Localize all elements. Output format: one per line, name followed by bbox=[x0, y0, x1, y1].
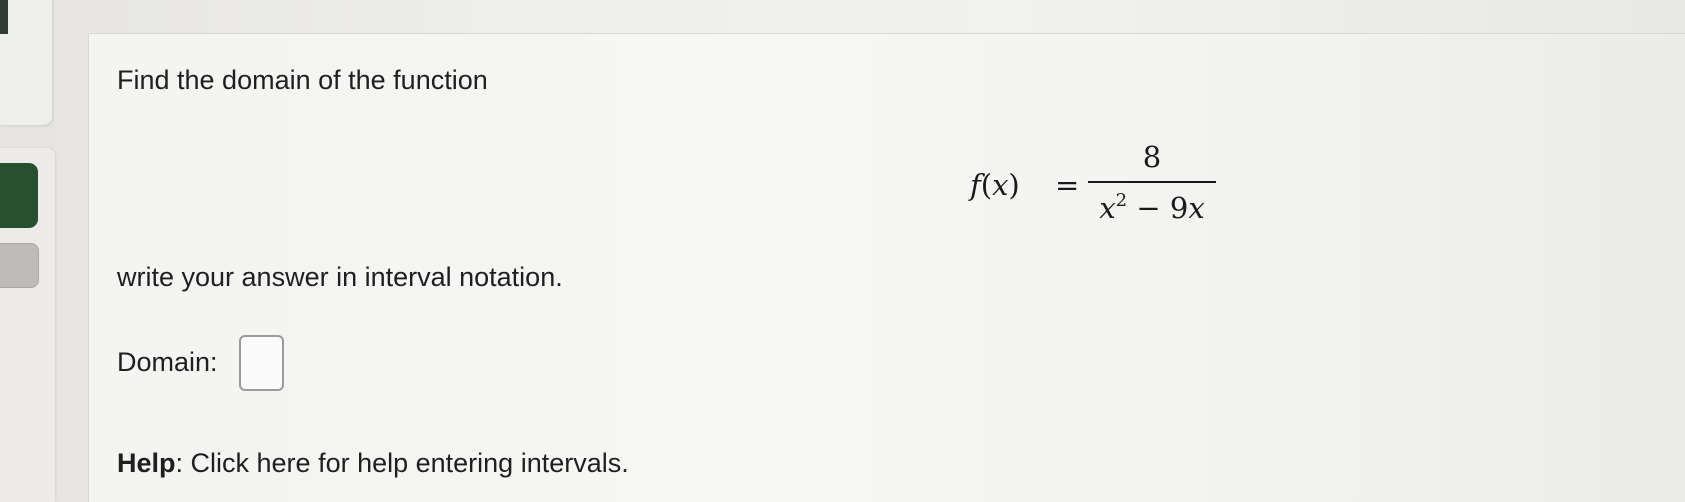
domain-label: Domain: bbox=[117, 347, 218, 377]
formula-lhs: f(x) bbox=[970, 168, 1020, 202]
formula-open-paren: ( bbox=[980, 168, 993, 202]
domain-answer-input[interactable] bbox=[239, 335, 284, 391]
help-link[interactable]: Click here for help entering intervals. bbox=[191, 448, 629, 478]
denominator-operator: − 9 bbox=[1127, 191, 1189, 225]
question-prompt: Find the domain of the function bbox=[117, 65, 488, 95]
fraction-bar bbox=[1088, 181, 1216, 183]
sidebar-primary-button[interactable] bbox=[0, 163, 38, 228]
denominator-variable-2: x bbox=[1188, 191, 1205, 225]
sidebar-secondary-button[interactable] bbox=[0, 243, 39, 288]
denominator-variable: x bbox=[1099, 191, 1116, 225]
help-colon: : bbox=[175, 448, 191, 478]
help-label: Help bbox=[117, 448, 176, 478]
formula-variable: x bbox=[992, 168, 1009, 202]
help-line: Help: Click here for help entering inter… bbox=[117, 448, 629, 479]
formula-denominator: x2 − 9x bbox=[1088, 190, 1216, 225]
screen: Find the domain of the function f(x) = 8… bbox=[0, 0, 1685, 502]
formula-equals: = bbox=[1055, 168, 1080, 202]
sidebar-tab-marker bbox=[0, 0, 8, 34]
answer-instruction: write your answer in interval notation. bbox=[117, 262, 563, 292]
formula-numerator: 8 bbox=[1142, 140, 1162, 174]
denominator-exponent: 2 bbox=[1115, 190, 1128, 211]
formula-function-name: f bbox=[970, 168, 981, 202]
formula-close-paren: ) bbox=[1008, 168, 1020, 202]
